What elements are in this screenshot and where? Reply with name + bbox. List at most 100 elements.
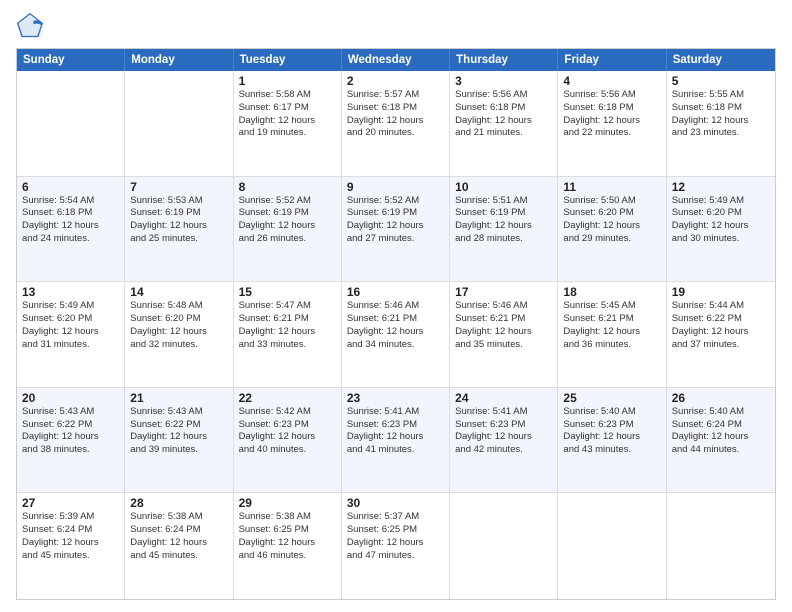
day-number: 22 <box>239 391 336 405</box>
day-number: 1 <box>239 74 336 88</box>
calendar-cell: 9Sunrise: 5:52 AM Sunset: 6:19 PM Daylig… <box>342 177 450 282</box>
calendar-cell: 13Sunrise: 5:49 AM Sunset: 6:20 PM Dayli… <box>17 282 125 387</box>
day-number: 21 <box>130 391 227 405</box>
calendar-row: 20Sunrise: 5:43 AM Sunset: 6:22 PM Dayli… <box>17 388 775 494</box>
day-info: Sunrise: 5:53 AM Sunset: 6:19 PM Dayligh… <box>130 195 227 246</box>
calendar-cell: 30Sunrise: 5:37 AM Sunset: 6:25 PM Dayli… <box>342 493 450 599</box>
day-info: Sunrise: 5:51 AM Sunset: 6:19 PM Dayligh… <box>455 195 552 246</box>
calendar-cell: 3Sunrise: 5:56 AM Sunset: 6:18 PM Daylig… <box>450 71 558 176</box>
calendar-cell: 20Sunrise: 5:43 AM Sunset: 6:22 PM Dayli… <box>17 388 125 493</box>
day-info: Sunrise: 5:56 AM Sunset: 6:18 PM Dayligh… <box>455 89 552 140</box>
day-info: Sunrise: 5:38 AM Sunset: 6:24 PM Dayligh… <box>130 511 227 562</box>
calendar-cell-empty <box>450 493 558 599</box>
calendar-cell: 26Sunrise: 5:40 AM Sunset: 6:24 PM Dayli… <box>667 388 775 493</box>
day-number: 30 <box>347 496 444 510</box>
day-number: 2 <box>347 74 444 88</box>
day-number: 12 <box>672 180 770 194</box>
day-info: Sunrise: 5:39 AM Sunset: 6:24 PM Dayligh… <box>22 511 119 562</box>
day-info: Sunrise: 5:40 AM Sunset: 6:24 PM Dayligh… <box>672 406 770 457</box>
calendar-cell: 2Sunrise: 5:57 AM Sunset: 6:18 PM Daylig… <box>342 71 450 176</box>
day-number: 10 <box>455 180 552 194</box>
day-number: 8 <box>239 180 336 194</box>
header <box>16 12 776 40</box>
calendar-cell: 28Sunrise: 5:38 AM Sunset: 6:24 PM Dayli… <box>125 493 233 599</box>
day-info: Sunrise: 5:45 AM Sunset: 6:21 PM Dayligh… <box>563 300 660 351</box>
day-info: Sunrise: 5:52 AM Sunset: 6:19 PM Dayligh… <box>239 195 336 246</box>
day-number: 25 <box>563 391 660 405</box>
calendar-row: 1Sunrise: 5:58 AM Sunset: 6:17 PM Daylig… <box>17 71 775 177</box>
day-info: Sunrise: 5:42 AM Sunset: 6:23 PM Dayligh… <box>239 406 336 457</box>
day-info: Sunrise: 5:43 AM Sunset: 6:22 PM Dayligh… <box>130 406 227 457</box>
day-number: 20 <box>22 391 119 405</box>
calendar-cell: 11Sunrise: 5:50 AM Sunset: 6:20 PM Dayli… <box>558 177 666 282</box>
day-number: 29 <box>239 496 336 510</box>
day-number: 24 <box>455 391 552 405</box>
day-number: 9 <box>347 180 444 194</box>
day-info: Sunrise: 5:57 AM Sunset: 6:18 PM Dayligh… <box>347 89 444 140</box>
calendar-cell: 6Sunrise: 5:54 AM Sunset: 6:18 PM Daylig… <box>17 177 125 282</box>
day-number: 3 <box>455 74 552 88</box>
calendar-cell: 4Sunrise: 5:56 AM Sunset: 6:18 PM Daylig… <box>558 71 666 176</box>
calendar-cell: 10Sunrise: 5:51 AM Sunset: 6:19 PM Dayli… <box>450 177 558 282</box>
day-number: 18 <box>563 285 660 299</box>
day-number: 7 <box>130 180 227 194</box>
day-info: Sunrise: 5:46 AM Sunset: 6:21 PM Dayligh… <box>455 300 552 351</box>
day-number: 15 <box>239 285 336 299</box>
calendar-cell-empty <box>125 71 233 176</box>
calendar-cell: 24Sunrise: 5:41 AM Sunset: 6:23 PM Dayli… <box>450 388 558 493</box>
calendar-cell: 18Sunrise: 5:45 AM Sunset: 6:21 PM Dayli… <box>558 282 666 387</box>
day-number: 17 <box>455 285 552 299</box>
calendar-cell: 5Sunrise: 5:55 AM Sunset: 6:18 PM Daylig… <box>667 71 775 176</box>
day-info: Sunrise: 5:49 AM Sunset: 6:20 PM Dayligh… <box>22 300 119 351</box>
logo-icon <box>16 12 44 40</box>
calendar-cell: 1Sunrise: 5:58 AM Sunset: 6:17 PM Daylig… <box>234 71 342 176</box>
calendar-header: SundayMondayTuesdayWednesdayThursdayFrid… <box>17 49 775 71</box>
day-info: Sunrise: 5:56 AM Sunset: 6:18 PM Dayligh… <box>563 89 660 140</box>
day-info: Sunrise: 5:41 AM Sunset: 6:23 PM Dayligh… <box>455 406 552 457</box>
calendar-cell: 22Sunrise: 5:42 AM Sunset: 6:23 PM Dayli… <box>234 388 342 493</box>
calendar-cell: 16Sunrise: 5:46 AM Sunset: 6:21 PM Dayli… <box>342 282 450 387</box>
weekday-header: Friday <box>558 49 666 71</box>
day-number: 19 <box>672 285 770 299</box>
day-info: Sunrise: 5:40 AM Sunset: 6:23 PM Dayligh… <box>563 406 660 457</box>
day-info: Sunrise: 5:47 AM Sunset: 6:21 PM Dayligh… <box>239 300 336 351</box>
day-info: Sunrise: 5:48 AM Sunset: 6:20 PM Dayligh… <box>130 300 227 351</box>
day-info: Sunrise: 5:58 AM Sunset: 6:17 PM Dayligh… <box>239 89 336 140</box>
calendar-cell: 27Sunrise: 5:39 AM Sunset: 6:24 PM Dayli… <box>17 493 125 599</box>
day-number: 4 <box>563 74 660 88</box>
weekday-header: Tuesday <box>234 49 342 71</box>
calendar-cell: 19Sunrise: 5:44 AM Sunset: 6:22 PM Dayli… <box>667 282 775 387</box>
calendar-cell: 8Sunrise: 5:52 AM Sunset: 6:19 PM Daylig… <box>234 177 342 282</box>
day-number: 16 <box>347 285 444 299</box>
day-info: Sunrise: 5:43 AM Sunset: 6:22 PM Dayligh… <box>22 406 119 457</box>
calendar-row: 27Sunrise: 5:39 AM Sunset: 6:24 PM Dayli… <box>17 493 775 599</box>
logo <box>16 12 48 40</box>
weekday-header: Saturday <box>667 49 775 71</box>
day-number: 23 <box>347 391 444 405</box>
calendar: SundayMondayTuesdayWednesdayThursdayFrid… <box>16 48 776 600</box>
day-number: 6 <box>22 180 119 194</box>
calendar-row: 6Sunrise: 5:54 AM Sunset: 6:18 PM Daylig… <box>17 177 775 283</box>
day-info: Sunrise: 5:46 AM Sunset: 6:21 PM Dayligh… <box>347 300 444 351</box>
day-info: Sunrise: 5:38 AM Sunset: 6:25 PM Dayligh… <box>239 511 336 562</box>
day-info: Sunrise: 5:41 AM Sunset: 6:23 PM Dayligh… <box>347 406 444 457</box>
day-number: 13 <box>22 285 119 299</box>
weekday-header: Monday <box>125 49 233 71</box>
day-info: Sunrise: 5:50 AM Sunset: 6:20 PM Dayligh… <box>563 195 660 246</box>
weekday-header: Sunday <box>17 49 125 71</box>
calendar-cell: 21Sunrise: 5:43 AM Sunset: 6:22 PM Dayli… <box>125 388 233 493</box>
day-info: Sunrise: 5:52 AM Sunset: 6:19 PM Dayligh… <box>347 195 444 246</box>
day-number: 27 <box>22 496 119 510</box>
calendar-cell: 15Sunrise: 5:47 AM Sunset: 6:21 PM Dayli… <box>234 282 342 387</box>
day-info: Sunrise: 5:49 AM Sunset: 6:20 PM Dayligh… <box>672 195 770 246</box>
calendar-cell: 12Sunrise: 5:49 AM Sunset: 6:20 PM Dayli… <box>667 177 775 282</box>
calendar-cell: 14Sunrise: 5:48 AM Sunset: 6:20 PM Dayli… <box>125 282 233 387</box>
calendar-cell-empty <box>667 493 775 599</box>
calendar-cell-empty <box>558 493 666 599</box>
day-info: Sunrise: 5:44 AM Sunset: 6:22 PM Dayligh… <box>672 300 770 351</box>
weekday-header: Wednesday <box>342 49 450 71</box>
calendar-cell: 29Sunrise: 5:38 AM Sunset: 6:25 PM Dayli… <box>234 493 342 599</box>
calendar-cell: 23Sunrise: 5:41 AM Sunset: 6:23 PM Dayli… <box>342 388 450 493</box>
day-number: 11 <box>563 180 660 194</box>
calendar-cell: 7Sunrise: 5:53 AM Sunset: 6:19 PM Daylig… <box>125 177 233 282</box>
